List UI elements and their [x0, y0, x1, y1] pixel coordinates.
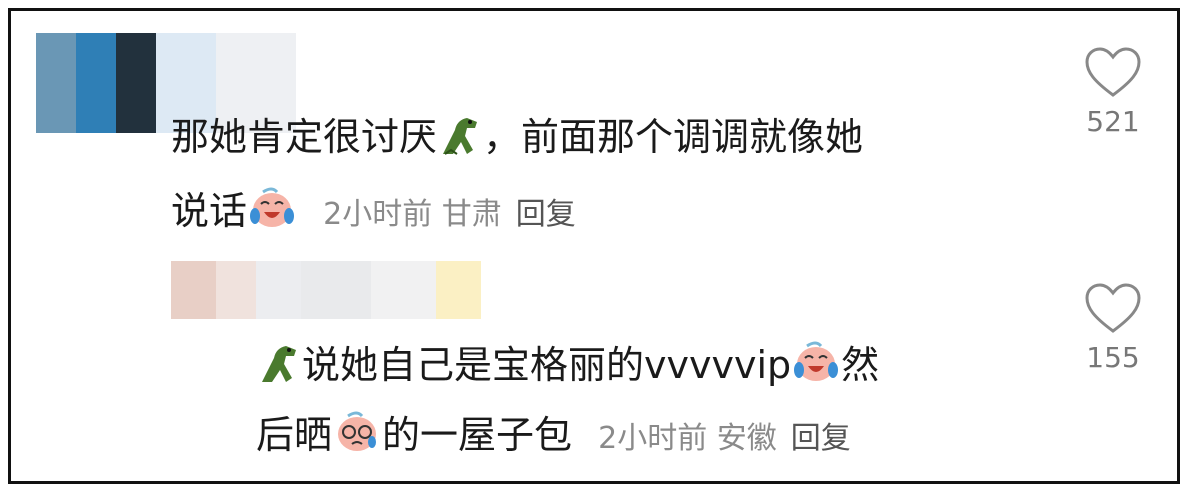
crocodile-icon	[256, 338, 302, 401]
comment-1-text-part: ，前面那个调调就像她	[483, 115, 864, 159]
glasses-emoji-icon	[332, 408, 382, 471]
comment-2-like[interactable]: 155	[1073, 283, 1153, 374]
comment-2-meta: 2小时前 安徽 回复	[598, 421, 851, 456]
comment-2-line2: 后晒 的一屋子包 2小时前 安徽 回复	[256, 407, 851, 471]
comment-1-like-count: 521	[1086, 105, 1140, 138]
comment-2-text-part: 后晒	[256, 413, 333, 457]
comment-2-like-count: 155	[1086, 341, 1140, 374]
heart-icon[interactable]	[1084, 47, 1142, 99]
comment-2-time: 2小时前	[598, 421, 708, 456]
comment-1-text-part: 那她肯定很讨厌	[171, 115, 438, 159]
screenshot-frame: 那她肯定很讨厌 ，前面那个调调就像她 说话 2小时前 甘肃 回复 521 说她自己是…	[8, 8, 1180, 484]
comment-1-location: 甘肃	[441, 197, 502, 232]
comment-2-text: 说她自己是宝格丽的vvvvvip 然	[256, 337, 879, 401]
reply-avatar-username-blurred[interactable]	[171, 261, 481, 319]
comment-2-text-part: 说她自己是宝格丽的vvvvvip	[302, 343, 792, 387]
comment-2-text-part: 然	[841, 343, 880, 387]
comment-1-time: 2小时前	[323, 197, 433, 232]
comment-2-location: 安徽	[716, 421, 777, 456]
heart-icon[interactable]	[1084, 283, 1142, 335]
comment-1-text: 那她肯定很讨厌 ，前面那个调调就像她	[171, 109, 863, 173]
comment-1-like[interactable]: 521	[1073, 47, 1153, 138]
comment-1-line2: 说话 2小时前 甘肃 回复	[171, 183, 576, 247]
comment-1-meta: 2小时前 甘肃 回复	[323, 197, 576, 232]
comment-1-text-part: 说话	[171, 189, 248, 233]
crocodile-icon	[437, 110, 483, 173]
comment-2-text-part: 的一屋子包	[382, 413, 573, 457]
comment-1-reply-button[interactable]: 回复	[516, 197, 576, 232]
laugh-cry-icon	[791, 338, 841, 401]
comment-2-reply-button[interactable]: 回复	[791, 421, 851, 456]
laugh-cry-icon	[247, 184, 297, 247]
